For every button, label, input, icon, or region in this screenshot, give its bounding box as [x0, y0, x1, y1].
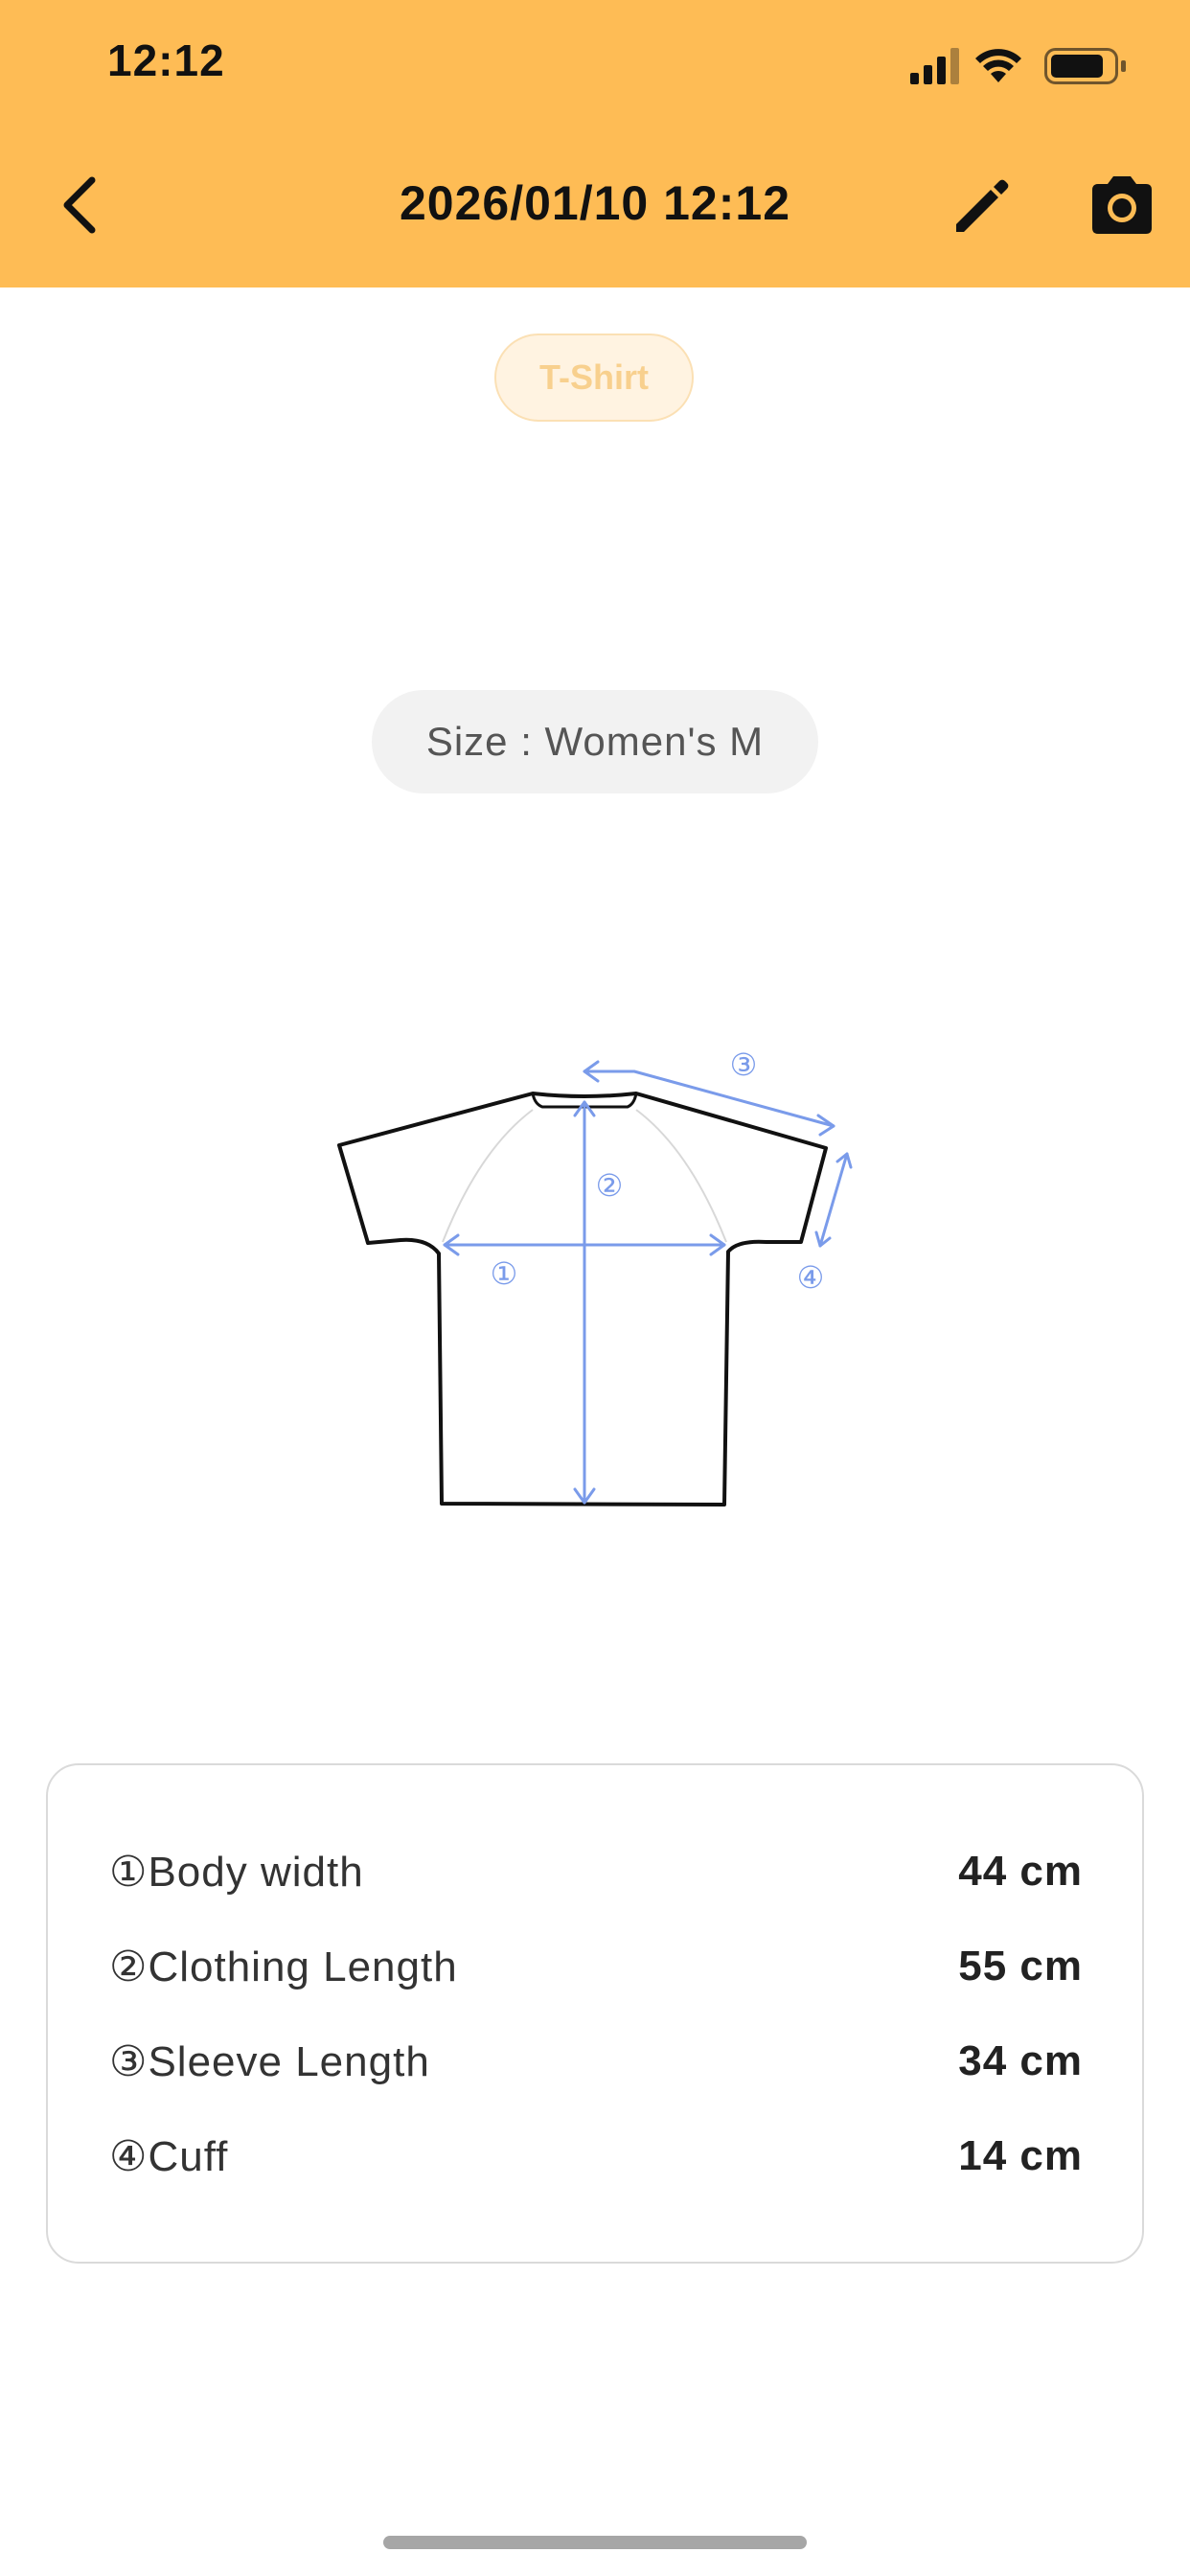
camera-button[interactable]	[1085, 171, 1159, 240]
screen: 12:12 2026/01/10 12:12 T-Shirt Size: Wo…	[0, 0, 1190, 2576]
category-chip[interactable]: T-Shirt	[494, 334, 694, 422]
pencil-icon	[956, 179, 1009, 232]
marker-3: ③	[730, 1046, 758, 1083]
camera-icon	[1092, 176, 1152, 234]
measurement-row-cuff: ④Cuff 14 cm	[109, 2132, 1083, 2190]
measurement-row-sleeve-length: ③Sleeve Length 34 cm	[109, 2037, 1083, 2095]
measurement-row-body-width: ①Body width 44 cm	[109, 1848, 1083, 1905]
measurement-label: ①Body width	[109, 1849, 364, 1896]
wifi-icon	[975, 49, 1021, 82]
edit-button[interactable]	[949, 171, 1018, 240]
cellular-signal-icon	[910, 48, 959, 84]
battery-icon	[1044, 48, 1126, 84]
status-icons	[910, 48, 1126, 84]
measurement-value: 55 cm	[958, 1943, 1083, 1990]
tshirt-outline	[337, 1092, 828, 1506]
size-badge: Size : Women's M	[372, 690, 818, 794]
tshirt-measurement-diagram: ① ② ③ ④	[337, 1046, 853, 1506]
marker-2: ②	[596, 1167, 624, 1204]
measurements-card: ①Body width 44 cm ②Clothing Length 55 cm…	[46, 1763, 1144, 2264]
measurement-value: 34 cm	[958, 2037, 1083, 2084]
measurement-row-clothing-length: ②Clothing Length 55 cm	[109, 1943, 1083, 2000]
measurement-value: 44 cm	[958, 1848, 1083, 1895]
header-bar: 12:12 2026/01/10 12:12	[0, 0, 1190, 288]
measurement-value: 14 cm	[958, 2132, 1083, 2179]
marker-1: ①	[491, 1255, 518, 1292]
measurement-label: ③Sleeve Length	[109, 2038, 430, 2085]
measurement-label: ④Cuff	[109, 2133, 229, 2180]
marker-4: ④	[797, 1259, 825, 1296]
home-indicator[interactable]	[383, 2536, 807, 2549]
status-time: 12:12	[107, 35, 225, 85]
measurement-label: ②Clothing Length	[109, 1944, 458, 1990]
measurement-markers: ① ② ③ ④	[491, 1046, 825, 1296]
